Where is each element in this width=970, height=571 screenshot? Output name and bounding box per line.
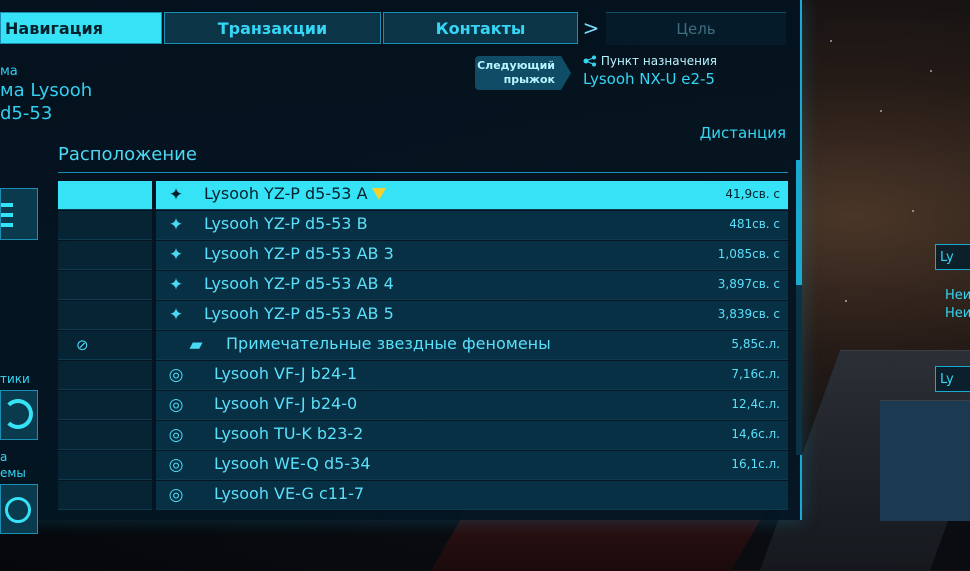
next-jump-arrow xyxy=(561,56,571,90)
scrollbar-thumb[interactable] xyxy=(796,160,802,285)
next-jump-label-2: прыжок xyxy=(503,73,555,86)
list-row[interactable]: ✦ Lysooh YZ-P d5-53 A 41,9св. с xyxy=(58,180,788,210)
row-distance: 7,16с.л. xyxy=(731,367,780,381)
row-name: Lysooh TU-K b23-2 xyxy=(214,424,364,443)
left-label-2: а xyxy=(0,450,8,464)
row-left-cell xyxy=(58,211,152,240)
row-distance: 3,897св. с xyxy=(717,277,780,291)
next-jump-box: Следующий прыжок xyxy=(475,56,561,90)
tab-transactions[interactable]: Транзакции xyxy=(164,12,381,44)
list-row[interactable]: ✦ Lysooh YZ-P d5-53 AB 5 3,839св. с xyxy=(58,300,788,330)
system-icon: ◎ xyxy=(168,395,184,415)
row-left-cell xyxy=(58,421,152,450)
row-distance: 12,4с.л. xyxy=(731,397,780,411)
hud-right-text-3: Неи xyxy=(945,306,970,321)
list-row[interactable]: ◎ Lysooh VE-G c11-7 xyxy=(58,480,788,510)
list-row[interactable]: ◎ Lysooh VF-J b24-0 12,4с.л. xyxy=(58,390,788,420)
system-map-tile[interactable] xyxy=(0,484,38,534)
list-row[interactable]: ✦ Lysooh YZ-P d5-53 B 481св. с xyxy=(58,210,788,240)
tab-bar: Навигация Транзакции Контакты > Цель xyxy=(0,12,800,46)
list-row[interactable]: ✦ Lysooh YZ-P d5-53 AB 3 1,085св. с xyxy=(58,240,788,270)
destination-value: Lysooh NX-U e2-5 xyxy=(583,70,715,88)
row-name: Lysooh YZ-P d5-53 AB 3 xyxy=(204,244,394,263)
list-icon-mid xyxy=(1,213,13,217)
tab-goal[interactable]: Цель xyxy=(606,12,786,45)
tab-next-arrow[interactable]: > xyxy=(580,12,602,44)
target-marker-icon xyxy=(371,188,386,200)
star-icon: ✦ xyxy=(168,245,184,265)
row-left-cell xyxy=(58,331,152,360)
star-dot xyxy=(912,210,914,212)
row-left-cell xyxy=(58,301,152,330)
hud-right-text-2: Неи xyxy=(945,288,970,303)
navigation-panel: Навигация Транзакции Контакты > Цель ма … xyxy=(0,0,802,534)
system-icon: ◎ xyxy=(168,425,184,445)
system-label-line1: ма xyxy=(0,64,18,79)
row-name: Lysooh YZ-P d5-53 AB 5 xyxy=(204,304,394,323)
stats-tile[interactable] xyxy=(0,390,38,440)
star-dot xyxy=(930,70,932,72)
row-name: Lysooh WE-Q d5-34 xyxy=(214,454,371,473)
system-icon: ◎ xyxy=(168,485,184,505)
header-divider xyxy=(58,172,788,173)
scrollbar-track[interactable] xyxy=(796,285,802,455)
menu-tile[interactable] xyxy=(0,188,38,240)
row-distance: 16,1с.л. xyxy=(731,457,780,471)
left-label-3: емы xyxy=(0,466,26,480)
star-icon: ✦ xyxy=(168,275,184,295)
star-dot xyxy=(880,110,882,112)
row-left-cell xyxy=(58,181,152,210)
ship-panel xyxy=(880,400,970,521)
star-icon: ✦ xyxy=(168,305,184,325)
list-row[interactable]: ✦ Lysooh YZ-P d5-53 AB 4 3,897св. с xyxy=(58,270,788,300)
next-jump-label-1: Следующий xyxy=(477,59,555,72)
row-distance: 3,839св. с xyxy=(717,307,780,321)
star-dot xyxy=(830,40,832,42)
star-dot xyxy=(845,300,847,302)
row-name: Lysooh VE-G c11-7 xyxy=(214,484,365,503)
row-left-cell xyxy=(58,481,152,510)
planet-icon xyxy=(5,497,31,523)
codex-icon: ▰ xyxy=(189,335,203,355)
system-name-line3: d5-53 xyxy=(0,103,53,124)
row-name-text: Lysooh YZ-P d5-53 A xyxy=(204,184,368,203)
system-name-line2: ма Lysooh xyxy=(0,80,93,101)
hud-right-item-4[interactable]: Ly xyxy=(935,366,970,392)
hidden-eye-icon[interactable]: ⊘ xyxy=(76,336,89,354)
row-left-cell xyxy=(58,271,152,300)
hud-right-item-1[interactable]: Ly xyxy=(935,244,970,270)
row-distance: 481св. с xyxy=(729,217,780,231)
left-label-1: тики xyxy=(0,372,30,386)
column-header-location[interactable]: Расположение xyxy=(58,144,197,165)
row-distance: 1,085св. с xyxy=(717,247,780,261)
list-row[interactable]: ◎ Lysooh VF-J b24-1 7,16с.л. xyxy=(58,360,788,390)
tab-contacts[interactable]: Контакты xyxy=(383,12,578,44)
row-distance: 41,9св. с xyxy=(725,187,780,201)
list-row[interactable]: ◎ Lysooh TU-K b23-2 14,6с.л. xyxy=(58,420,788,450)
star-icon: ✦ xyxy=(168,185,184,205)
list-row[interactable]: ◎ Lysooh WE-Q d5-34 16,1с.л. xyxy=(58,450,788,480)
list-row[interactable]: ⊘ ▰ Примечательные звездные феномены 5,8… xyxy=(58,330,788,360)
row-left-cell xyxy=(58,451,152,480)
row-name: Lysooh VF-J b24-1 xyxy=(214,364,358,383)
route-icon xyxy=(583,55,596,67)
row-name: Lysooh YZ-P d5-53 A xyxy=(204,184,386,203)
row-name: Примечательные звездные феномены xyxy=(226,334,551,353)
system-icon: ◎ xyxy=(168,455,184,475)
destination-title: Пункт назначения xyxy=(583,54,717,68)
row-name: Lysooh YZ-P d5-53 B xyxy=(204,214,368,233)
spiral-icon xyxy=(3,399,33,429)
row-left-cell xyxy=(58,361,152,390)
row-distance: 5,85с.л. xyxy=(731,337,780,351)
row-name: Lysooh YZ-P d5-53 AB 4 xyxy=(204,274,394,293)
destination-title-text: Пункт назначения xyxy=(600,54,717,68)
system-icon: ◎ xyxy=(168,365,184,385)
row-name: Lysooh VF-J b24-0 xyxy=(214,394,358,413)
row-left-cell xyxy=(58,241,152,270)
row-distance: 14,6с.л. xyxy=(731,427,780,441)
column-header-distance[interactable]: Дистанция xyxy=(700,124,786,142)
row-left-cell xyxy=(58,391,152,420)
tab-navigation[interactable]: Навигация xyxy=(0,12,162,44)
star-icon: ✦ xyxy=(168,215,184,235)
